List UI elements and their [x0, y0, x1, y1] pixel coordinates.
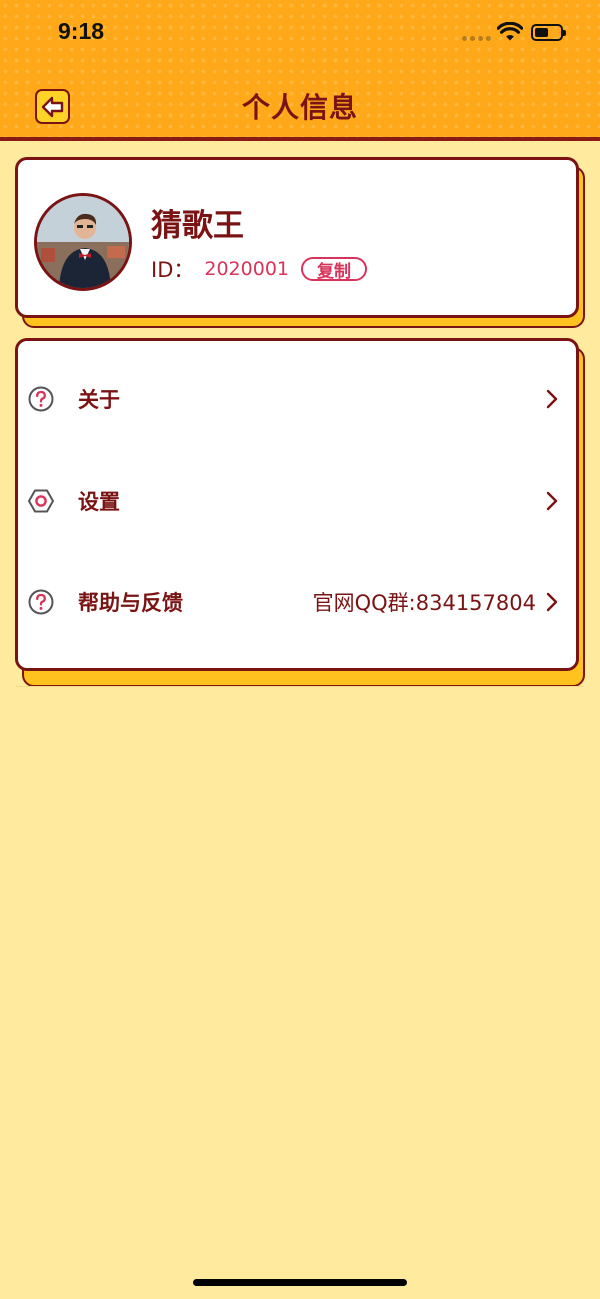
signal-dots-icon: [462, 36, 491, 41]
menu-card: 关于 设置 帮助与反馈 官网QQ群:834157804: [15, 338, 579, 671]
menu-item-settings[interactable]: 设置: [18, 471, 576, 531]
page-title: 个人信息: [241, 91, 358, 124]
copy-id-button[interactable]: 复制: [301, 257, 367, 282]
home-indicator: [193, 1279, 407, 1286]
profile-card: 猜歌王 ID： 2020001 复制: [15, 157, 579, 318]
menu-item-label: 设置: [78, 490, 120, 514]
divider: [16, 686, 584, 687]
menu-item-qq-group: 官网QQ群:834157804: [312, 591, 536, 615]
wifi-icon: [497, 22, 523, 41]
chevron-right-icon: [546, 592, 558, 612]
menu-item-about[interactable]: 关于: [18, 369, 576, 429]
question-circle-icon: [28, 386, 54, 412]
id-value: 2020001: [204, 258, 289, 280]
menu-item-help-feedback[interactable]: 帮助与反馈 官网QQ群:834157804: [18, 572, 576, 632]
hexagon-nut-icon: [28, 489, 54, 513]
status-bar: 9:18: [0, 0, 600, 66]
username: 猜歌王: [151, 208, 244, 244]
user-id-row: ID： 2020001 复制: [151, 256, 367, 282]
app-header: 9:18 个人信息: [0, 0, 600, 141]
chevron-right-icon: [546, 491, 558, 511]
menu-item-label: 帮助与反馈: [78, 591, 183, 615]
avatar-photo: [37, 196, 129, 288]
question-circle-icon: [28, 589, 54, 615]
avatar[interactable]: [34, 193, 132, 291]
menu-item-label: 关于: [78, 388, 120, 412]
battery-icon: [531, 24, 566, 41]
chevron-right-icon: [546, 389, 558, 409]
status-time: 9:18: [58, 18, 105, 44]
id-label: ID：: [151, 258, 195, 282]
